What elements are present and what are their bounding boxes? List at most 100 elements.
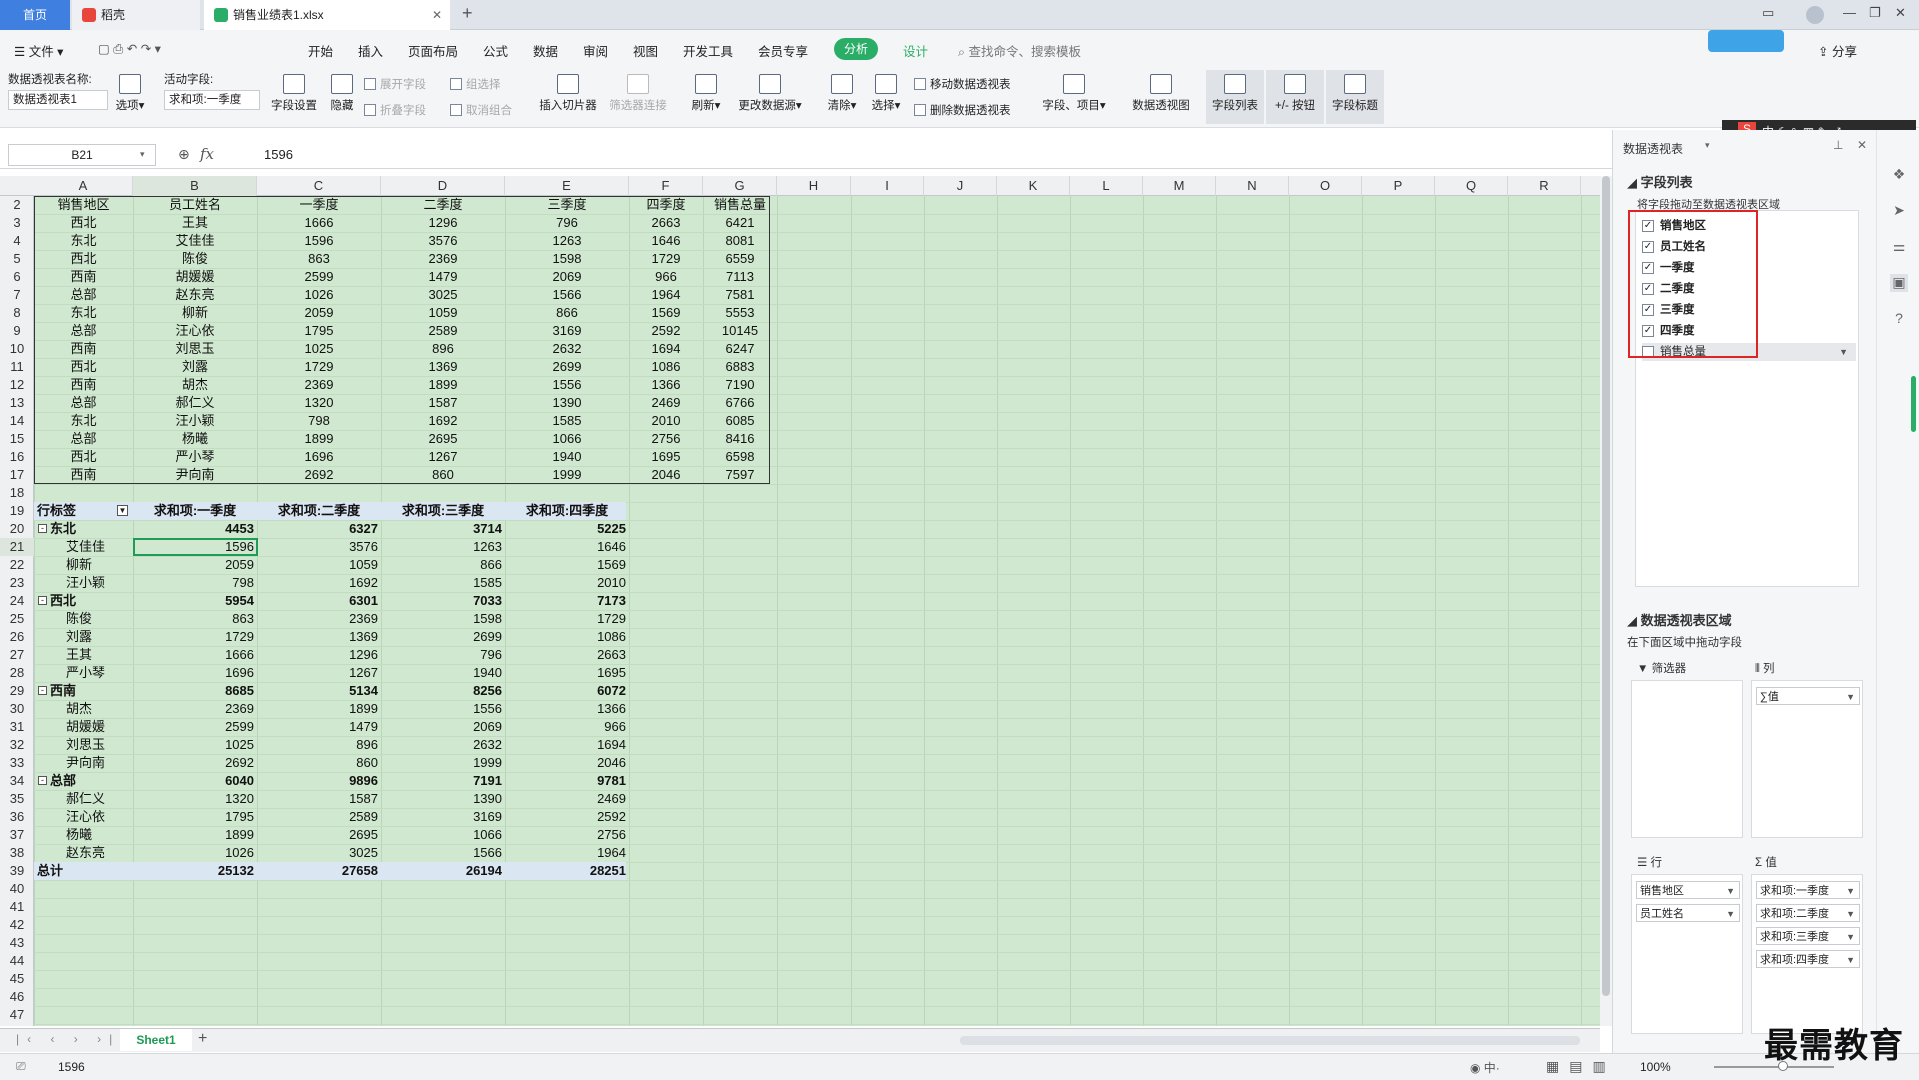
source-cell[interactable]: 西南 [34, 376, 133, 394]
pivot-item-label[interactable]: 杨曦 [34, 826, 133, 844]
menu-item-analyze[interactable]: 分析 [834, 38, 879, 60]
source-cell[interactable]: 1695 [629, 448, 703, 466]
vertical-scroll-thumb[interactable] [1602, 176, 1610, 996]
field-headers-button[interactable]: 字段标题 [1326, 70, 1384, 124]
row-header[interactable]: 47 [0, 1006, 34, 1024]
expand-field-button[interactable]: 展开字段 [364, 76, 426, 92]
pivot-value-cell[interactable]: 1598 [381, 610, 505, 628]
row-header[interactable]: 8 [0, 304, 34, 322]
pivot-item-label[interactable]: 柳新 [34, 556, 133, 574]
pivot-panel-icon[interactable]: ▣ [1890, 274, 1908, 292]
source-cell[interactable]: 6598 [703, 448, 777, 466]
pivot-value-cell[interactable]: 2059 [133, 556, 257, 574]
pivot-total-cell[interactable]: 28251 [505, 862, 629, 880]
vertical-scrollbar[interactable] [1600, 176, 1612, 1026]
row-header[interactable]: 34 [0, 772, 34, 790]
source-cell[interactable]: 866 [505, 304, 629, 322]
macro-record-icon[interactable]: ⎚ [16, 1059, 26, 1074]
pivot-value-cell[interactable]: 8685 [133, 682, 257, 700]
menu-item-developer[interactable]: 开发工具 [683, 41, 733, 60]
pivot-value-cell[interactable]: 3169 [381, 808, 505, 826]
source-cell[interactable]: 汪小颖 [133, 412, 257, 430]
source-cell[interactable]: 10145 [703, 322, 777, 340]
source-cell[interactable]: 西南 [34, 268, 133, 286]
column-zone[interactable]: ∑值 ▼ [1751, 680, 1863, 838]
pivot-value-cell[interactable]: 2692 [133, 754, 257, 772]
field-dropdown-icon[interactable]: ▼ [1839, 343, 1848, 361]
row-header[interactable]: 14 [0, 412, 34, 430]
source-cell[interactable]: 1964 [629, 286, 703, 304]
column-header[interactable]: P [1362, 176, 1435, 196]
horizontal-scrollbar[interactable] [960, 1036, 1580, 1045]
source-cell[interactable]: 3025 [381, 286, 505, 304]
row-item-region[interactable]: 销售地区 ▼ [1636, 881, 1740, 899]
source-cell[interactable]: 西北 [34, 448, 133, 466]
source-cell[interactable]: 王其 [133, 214, 257, 232]
row-header[interactable]: 2 [0, 196, 34, 214]
add-sheet-icon[interactable]: + [198, 1030, 207, 1048]
pivot-value-cell[interactable]: 1694 [505, 736, 629, 754]
pivot-value-cell[interactable]: 2756 [505, 826, 629, 844]
source-cell[interactable]: 1026 [257, 286, 381, 304]
menu-item-member[interactable]: 会员专享 [758, 41, 808, 60]
row-header[interactable]: 31 [0, 718, 34, 736]
source-cell[interactable]: 2692 [257, 466, 381, 484]
source-cell[interactable]: 郝仁义 [133, 394, 257, 412]
pivot-item-label[interactable]: 汪小颖 [34, 574, 133, 592]
pivot-value-cell[interactable]: 1646 [505, 538, 629, 556]
pivot-header-cell[interactable]: 求和项:一季度 [133, 502, 257, 520]
row-header[interactable]: 36 [0, 808, 34, 826]
pivot-value-cell[interactable]: 1729 [505, 610, 629, 628]
column-header[interactable]: I [851, 176, 924, 196]
cloud-sync-icon[interactable] [1708, 30, 1784, 52]
row-header[interactable]: 16 [0, 448, 34, 466]
pivot-value-cell[interactable]: 3714 [381, 520, 505, 538]
field-list-button[interactable]: 字段列表 [1206, 70, 1264, 124]
source-cell[interactable]: 刘思玉 [133, 340, 257, 358]
row-header[interactable]: 12 [0, 376, 34, 394]
source-cell[interactable]: 总部 [34, 430, 133, 448]
pivot-value-cell[interactable]: 4453 [133, 520, 257, 538]
source-cell[interactable]: 艾佳佳 [133, 232, 257, 250]
pivot-value-cell[interactable]: 2010 [505, 574, 629, 592]
pivot-total-cell[interactable]: 27658 [257, 862, 381, 880]
pivot-value-cell[interactable]: 1320 [133, 790, 257, 808]
avatar[interactable] [1806, 6, 1824, 24]
source-cell[interactable]: 2469 [629, 394, 703, 412]
row-zone[interactable]: 销售地区 ▼ 员工姓名 ▼ [1631, 874, 1743, 1034]
source-cell[interactable]: 西南 [34, 466, 133, 484]
row-item-employee[interactable]: 员工姓名 ▼ [1636, 904, 1740, 922]
pivot-value-cell[interactable]: 1025 [133, 736, 257, 754]
pivot-value-cell[interactable]: 6327 [257, 520, 381, 538]
pivot-value-cell[interactable]: 7191 [381, 772, 505, 790]
minimize-icon[interactable]: — [1843, 5, 1856, 20]
pivot-item-label[interactable]: 郝仁义 [34, 790, 133, 808]
value-item-q2[interactable]: 求和项:二季度 ▼ [1756, 904, 1860, 922]
pivot-item-label[interactable]: 刘思玉 [34, 736, 133, 754]
pivot-value-cell[interactable]: 1795 [133, 808, 257, 826]
source-cell[interactable]: 1598 [505, 250, 629, 268]
pointer-icon[interactable]: ➤ [1890, 202, 1908, 220]
pivot-value-cell[interactable]: 6040 [133, 772, 257, 790]
row-header[interactable]: 5 [0, 250, 34, 268]
pivot-value-cell[interactable]: 1899 [133, 826, 257, 844]
row-header[interactable]: 25 [0, 610, 34, 628]
source-cell[interactable]: 1696 [257, 448, 381, 466]
source-cell[interactable]: 2589 [381, 322, 505, 340]
pivot-value-cell[interactable]: 1964 [505, 844, 629, 862]
source-cell[interactable]: 1366 [629, 376, 703, 394]
menu-item-review[interactable]: 审阅 [583, 41, 608, 60]
pivot-item-label[interactable]: 尹向南 [34, 754, 133, 772]
row-header[interactable]: 37 [0, 826, 34, 844]
pivot-value-cell[interactable]: 1390 [381, 790, 505, 808]
field-settings-button[interactable]: 字段设置 [266, 74, 322, 113]
pivot-value-cell[interactable]: 7033 [381, 592, 505, 610]
menu-item-data[interactable]: 数据 [533, 41, 558, 60]
source-header-cell[interactable]: 三季度 [505, 196, 629, 214]
column-header[interactable]: A [34, 176, 133, 196]
source-cell[interactable]: 2010 [629, 412, 703, 430]
row-header[interactable]: 40 [0, 880, 34, 898]
pivot-value-cell[interactable]: 2589 [257, 808, 381, 826]
value-item-q4[interactable]: 求和项:四季度 ▼ [1756, 950, 1860, 968]
pivot-value-cell[interactable]: 1263 [381, 538, 505, 556]
